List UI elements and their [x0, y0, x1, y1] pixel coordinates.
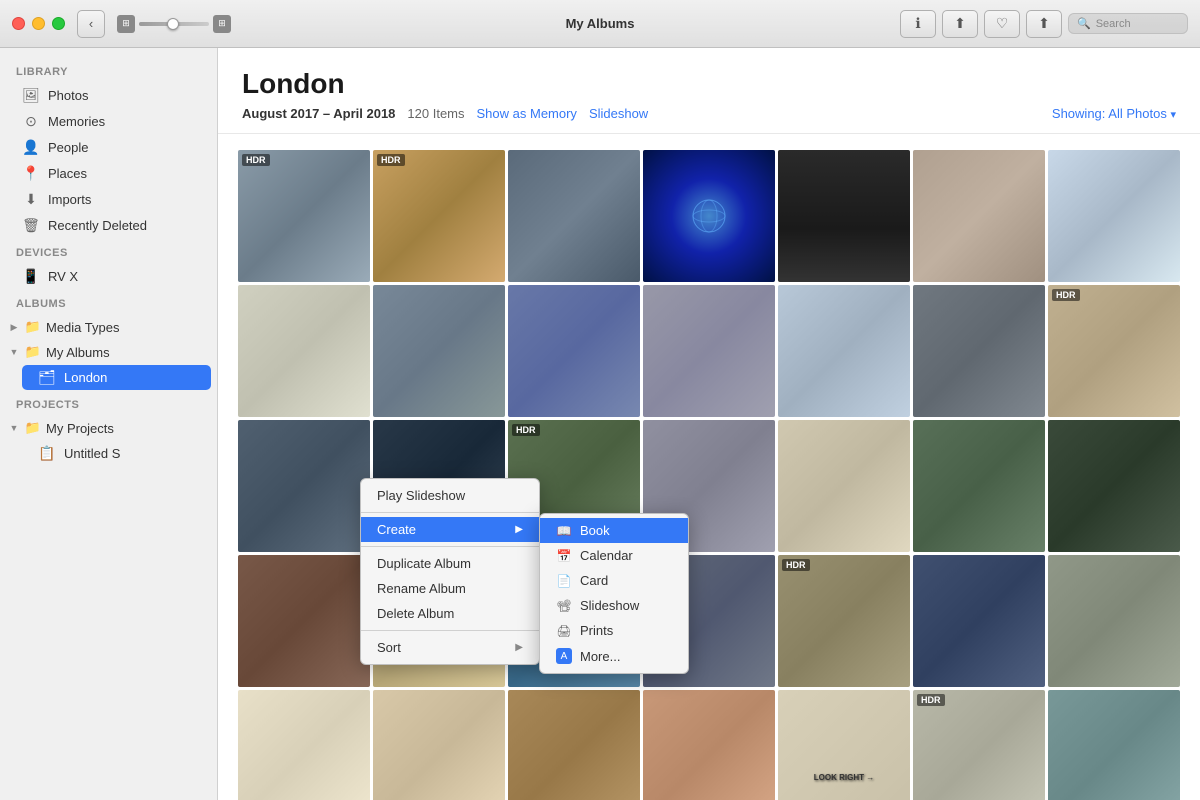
sidebar-item-memories[interactable]: ⊙ Memories: [6, 109, 211, 134]
sidebar-item-untitled[interactable]: 📋 Untitled S: [22, 441, 211, 466]
menu-sort[interactable]: Sort ▶: [361, 635, 539, 660]
submenu-more[interactable]: A More...: [540, 643, 688, 669]
untitled-label: Untitled S: [64, 446, 120, 461]
media-types-label: Media Types: [46, 320, 119, 335]
trash-icon: 🗑: [22, 217, 40, 234]
submenu-prints-label: Prints: [580, 623, 613, 638]
sidebar-item-photos[interactable]: 🖼 Photos: [6, 83, 211, 108]
sidebar-item-recently-deleted-label: Recently Deleted: [48, 218, 147, 233]
my-projects-label: My Projects: [46, 421, 114, 436]
menu-separator-1: [361, 512, 539, 513]
sidebar-item-places-label: Places: [48, 166, 87, 181]
menu-create[interactable]: Create ▶ 📖 Book 📅 Calendar 📄: [361, 517, 539, 542]
devices-header: Devices: [0, 239, 217, 263]
triangle-icon: ▶: [8, 322, 20, 333]
submenu-prints[interactable]: 🖨 Prints: [540, 618, 688, 643]
sidebar-item-photos-label: Photos: [48, 88, 88, 103]
sidebar-group-media-types[interactable]: ▶ 📁 Media Types: [0, 315, 217, 339]
share-button[interactable]: ⬆: [942, 10, 978, 38]
submenu-calendar[interactable]: 📅 Calendar: [540, 543, 688, 568]
places-icon: 📍: [22, 165, 40, 182]
submenu-calendar-label: Calendar: [580, 548, 633, 563]
context-menu-overlay: Play Slideshow Create ▶ 📖 Book 📅 C: [218, 48, 1200, 800]
submenu-card[interactable]: 📄 Card: [540, 568, 688, 593]
create-submenu: 📖 Book 📅 Calendar 📄 Card 📽: [539, 513, 689, 674]
search-box[interactable]: 🔍 Search: [1068, 13, 1188, 34]
zoom-slider[interactable]: [139, 22, 209, 26]
more-app-icon: A: [556, 648, 572, 664]
imports-icon: ⬇: [22, 191, 40, 208]
calendar-icon: 📅: [556, 549, 572, 563]
submenu-slideshow[interactable]: 📽 Slideshow: [540, 593, 688, 618]
menu-rename-album[interactable]: Rename Album: [361, 576, 539, 601]
info-button[interactable]: ℹ: [900, 10, 936, 38]
london-label: London: [64, 370, 107, 385]
zoom-large-icon: ⊞: [213, 15, 231, 33]
main-layout: Library 🖼 Photos ⊙ Memories 👤 People 📍 P…: [0, 48, 1200, 800]
toolbar-right: ℹ ⬆ ♡ ⬆ 🔍 Search: [900, 10, 1188, 38]
device-icon: 📱: [22, 268, 40, 285]
projects-triangle-icon: ▼: [8, 423, 20, 433]
sidebar-item-device-label: RV X: [48, 269, 78, 284]
projects-folder-icon: 📁: [24, 420, 42, 436]
menu-separator-2: [361, 546, 539, 547]
submenu-slideshow-label: Slideshow: [580, 598, 639, 613]
sort-arrow-icon: ▶: [515, 642, 523, 653]
submenu-book[interactable]: 📖 Book: [540, 518, 688, 543]
sidebar-group-my-albums[interactable]: ▼ 📁 My Albums: [0, 340, 217, 364]
sidebar-item-device[interactable]: 📱 RV X: [6, 264, 211, 289]
memories-icon: ⊙: [22, 113, 40, 130]
folder-icon: 📁: [24, 319, 42, 335]
menu-duplicate-album[interactable]: Duplicate Album: [361, 551, 539, 576]
albums-header: Albums: [0, 290, 217, 314]
fullscreen-button[interactable]: [52, 17, 65, 30]
minimize-button[interactable]: [32, 17, 45, 30]
album-icon: 🗂: [38, 369, 56, 386]
content-area: London August 2017 – April 2018 120 Item…: [218, 48, 1200, 800]
sidebar-item-places[interactable]: 📍 Places: [6, 161, 211, 186]
menu-separator-3: [361, 630, 539, 631]
titlebar: ‹ ⊞ ⊞ My Albums ℹ ⬆ ♡ ⬆ 🔍 Search: [0, 0, 1200, 48]
untitled-icon: 📋: [38, 445, 56, 462]
projects-header: Projects: [0, 391, 217, 415]
zoom-small-icon: ⊞: [117, 15, 135, 33]
menu-play-slideshow[interactable]: Play Slideshow: [361, 483, 539, 508]
export-button[interactable]: ⬆: [1026, 10, 1062, 38]
book-icon: 📖: [556, 524, 572, 538]
search-placeholder: Search: [1096, 18, 1131, 30]
submenu-more-label: More...: [580, 649, 620, 664]
sidebar-item-people[interactable]: 👤 People: [6, 135, 211, 160]
close-button[interactable]: [12, 17, 25, 30]
people-icon: 👤: [22, 139, 40, 156]
menu-delete-album[interactable]: Delete Album: [361, 601, 539, 626]
zoom-thumb[interactable]: [167, 18, 179, 30]
card-icon: 📄: [556, 574, 572, 588]
submenu-card-label: Card: [580, 573, 608, 588]
library-header: Library: [0, 58, 217, 82]
my-albums-folder-icon: 📁: [24, 344, 42, 360]
prints-icon: 🖨: [556, 624, 572, 638]
sidebar-item-imports[interactable]: ⬇ Imports: [6, 187, 211, 212]
create-arrow-icon: ▶: [515, 524, 523, 535]
traffic-lights: [12, 17, 65, 30]
window-title: My Albums: [566, 16, 635, 31]
sidebar-item-recently-deleted[interactable]: 🗑 Recently Deleted: [6, 213, 211, 238]
back-button[interactable]: ‹: [77, 10, 105, 38]
my-albums-label: My Albums: [46, 345, 110, 360]
submenu-book-label: Book: [580, 523, 610, 538]
photos-icon: 🖼: [22, 87, 40, 104]
sidebar-group-my-projects[interactable]: ▼ 📁 My Projects: [0, 416, 217, 440]
sidebar-item-people-label: People: [48, 140, 88, 155]
sidebar-item-memories-label: Memories: [48, 114, 105, 129]
zoom-control: ⊞ ⊞: [117, 15, 231, 33]
triangle-expanded-icon: ▼: [8, 347, 20, 357]
sidebar-item-imports-label: Imports: [48, 192, 91, 207]
search-icon: 🔍: [1077, 17, 1091, 30]
slideshow-icon: 📽: [556, 599, 572, 613]
context-menu: Play Slideshow Create ▶ 📖 Book 📅 C: [360, 478, 540, 665]
sidebar: Library 🖼 Photos ⊙ Memories 👤 People 📍 P…: [0, 48, 218, 800]
sidebar-item-london[interactable]: 🗂 London: [22, 365, 211, 390]
favorite-button[interactable]: ♡: [984, 10, 1020, 38]
